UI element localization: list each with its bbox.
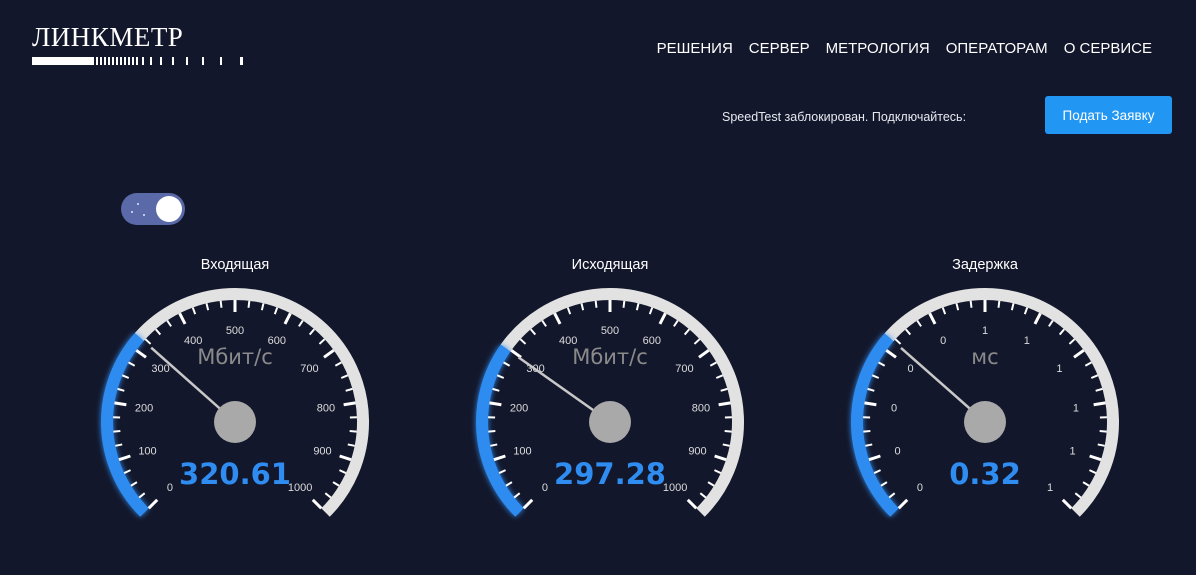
minor-tick xyxy=(1023,307,1029,315)
tick-label: 0 xyxy=(917,482,923,494)
minor-tick xyxy=(1068,338,1076,345)
major-tick xyxy=(885,349,897,359)
tick-label: 0 xyxy=(894,445,900,457)
gauge-latency: 0 0 0 0 0 1 1 1 1 1 1 мс 0.32 xyxy=(851,288,1119,517)
minor-tick xyxy=(1089,469,1097,474)
tick-label: 0 xyxy=(940,335,946,347)
minor-tick xyxy=(888,492,896,499)
gauge-value-arc xyxy=(851,333,899,517)
tick-label: 1 xyxy=(1073,403,1079,415)
minor-tick xyxy=(863,430,871,433)
minor-tick xyxy=(1074,492,1082,499)
minor-tick xyxy=(1010,303,1015,311)
minor-tick xyxy=(1090,374,1099,379)
major-tick xyxy=(1093,401,1106,407)
major-tick xyxy=(897,498,909,510)
major-tick xyxy=(864,401,877,407)
tick-label: 1 xyxy=(1047,482,1053,494)
major-tick xyxy=(1061,498,1073,510)
major-tick xyxy=(868,454,881,462)
minor-tick xyxy=(1048,320,1054,327)
minor-tick xyxy=(871,374,880,379)
tick-label: 0 xyxy=(908,363,914,375)
major-tick xyxy=(1033,312,1042,325)
minor-tick xyxy=(969,300,973,308)
gauge-needle-hub xyxy=(964,401,1006,443)
minor-tick xyxy=(1095,387,1103,392)
tick-label: 0 xyxy=(891,403,897,415)
minor-tick xyxy=(1099,430,1107,433)
major-tick xyxy=(928,312,937,325)
gauge-unit-label: мс xyxy=(971,345,998,369)
major-tick xyxy=(1089,454,1102,462)
minor-tick xyxy=(878,361,886,367)
minor-tick xyxy=(1082,481,1090,487)
minor-tick xyxy=(1097,443,1105,447)
tick-label: 1 xyxy=(1069,445,1075,457)
minor-tick xyxy=(880,481,888,487)
gauge-value-readout: 0.32 xyxy=(949,457,1021,491)
minor-tick xyxy=(955,303,960,311)
major-tick xyxy=(1073,349,1085,359)
minor-tick xyxy=(1058,328,1065,336)
minor-tick xyxy=(997,300,1001,308)
tick-label: 1 xyxy=(1024,335,1030,347)
minor-tick xyxy=(941,307,947,315)
minor-tick xyxy=(894,338,902,345)
minor-tick xyxy=(867,387,875,392)
minor-tick xyxy=(873,469,881,474)
minor-tick xyxy=(905,328,912,336)
minor-tick xyxy=(1084,361,1092,367)
minor-tick xyxy=(865,443,873,447)
tick-label: 1 xyxy=(1056,363,1062,375)
tick-label: 1 xyxy=(982,325,988,337)
minor-tick xyxy=(916,320,922,327)
